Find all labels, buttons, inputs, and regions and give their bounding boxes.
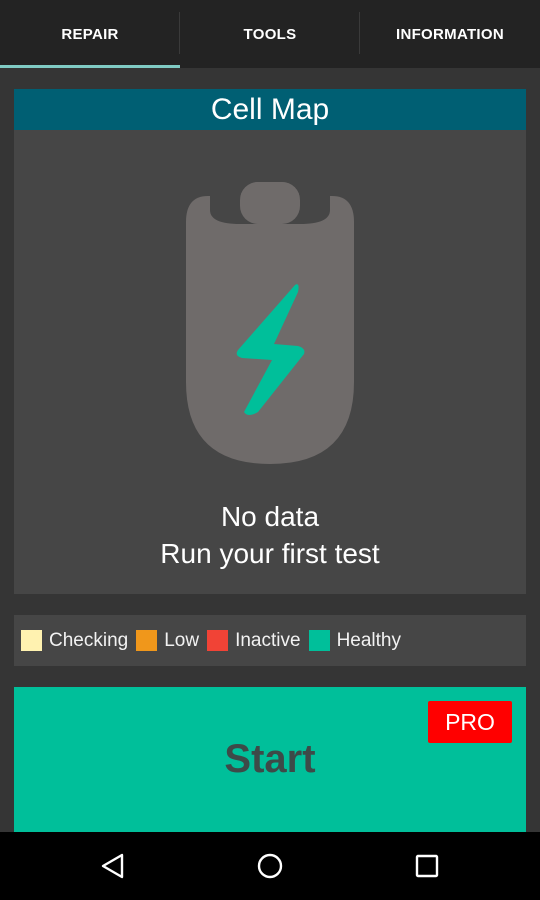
- back-icon[interactable]: [90, 846, 134, 886]
- start-button[interactable]: Start PRO: [14, 687, 526, 837]
- tab-bar: REPAIR TOOLS INFORMATION: [0, 0, 540, 68]
- tab-active-indicator: [0, 65, 180, 68]
- legend-item-low: Low: [136, 630, 199, 652]
- tab-information-label: INFORMATION: [395, 25, 504, 43]
- legend-swatch-checking: [21, 630, 42, 651]
- legend-item-healthy: Healthy: [308, 629, 401, 652]
- battery-charging-icon: [186, 182, 354, 464]
- legend-item-checking: Checking: [21, 630, 128, 652]
- legend-label: Low: [164, 629, 200, 651]
- cell-map-card: Cell Map No data Run your first test: [14, 89, 526, 594]
- tab-repair[interactable]: REPAIR: [0, 0, 180, 68]
- status-no-data: No data: [220, 501, 320, 532]
- legend-swatch-healthy: [308, 630, 330, 651]
- tab-repair-label: REPAIR: [61, 25, 119, 43]
- cell-map-title: Cell Map: [14, 89, 526, 130]
- recents-icon[interactable]: [405, 846, 449, 886]
- status-run-test: Run your first test: [160, 538, 380, 569]
- legend-swatch-low: [136, 630, 158, 651]
- tab-information[interactable]: INFORMATION: [360, 0, 540, 68]
- home-icon[interactable]: [248, 846, 292, 886]
- legend: Checking Low Inactive Healthy: [14, 615, 526, 666]
- tab-tools-label: TOOLS: [243, 25, 297, 43]
- start-button-label: Start: [224, 737, 316, 781]
- legend-label: Healthy: [336, 629, 401, 651]
- legend-label: Inactive: [235, 629, 301, 651]
- legend-swatch-inactive: [207, 630, 229, 651]
- tab-tools[interactable]: TOOLS: [180, 0, 360, 68]
- legend-label: Checking: [49, 629, 129, 651]
- navigation-bar: [0, 832, 540, 900]
- legend-item-inactive: Inactive: [207, 629, 301, 652]
- pro-badge: PRO: [428, 701, 512, 743]
